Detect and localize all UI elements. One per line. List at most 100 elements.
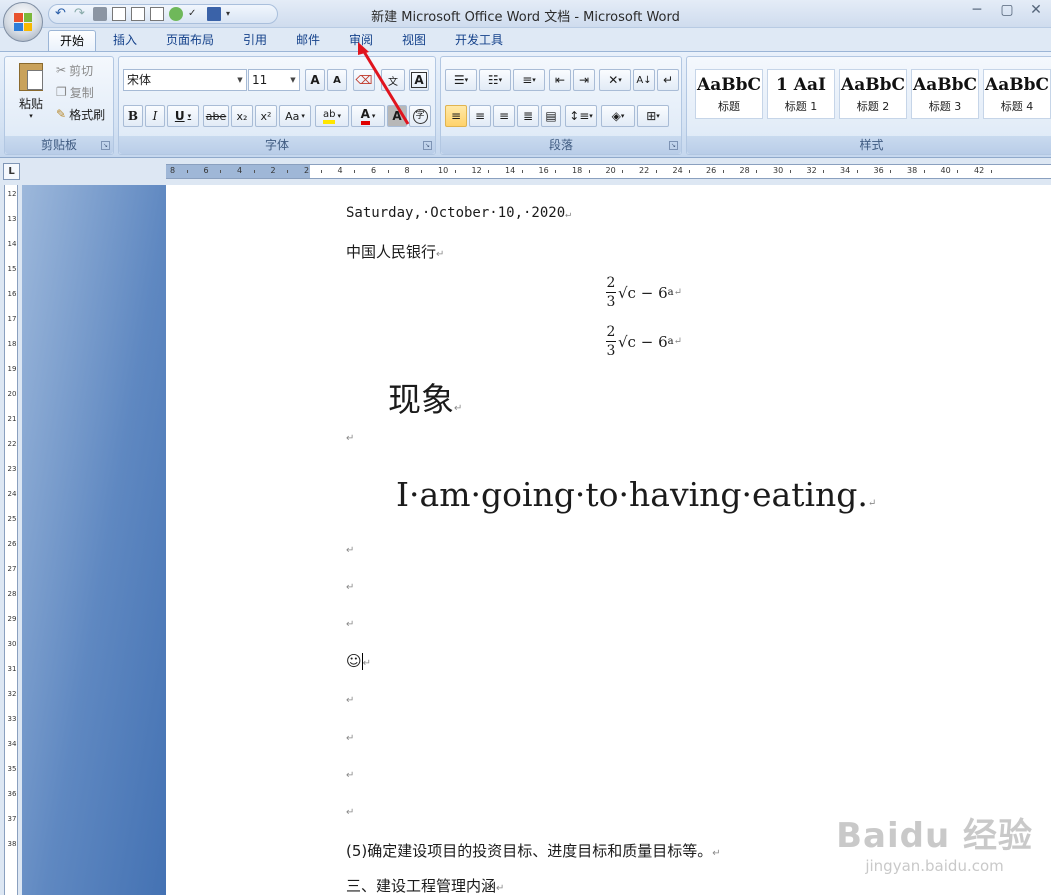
chevron-down-icon: ▾	[532, 76, 536, 84]
tab-selector-button[interactable]: L	[3, 163, 20, 180]
empty-paragraph[interactable]: ↵	[346, 619, 354, 630]
multilevel-list-button[interactable]: ≡ ▾	[513, 69, 545, 91]
tab-developer[interactable]: 开发工具	[444, 30, 514, 52]
ruler-tick	[756, 170, 758, 173]
phonetic-guide-button[interactable]: 文	[381, 69, 405, 91]
paragraph-launcher-icon[interactable]: ↘	[669, 141, 678, 150]
superscript-button[interactable]: x²	[255, 105, 277, 127]
character-shading-button[interactable]: A	[387, 105, 407, 127]
office-button[interactable]	[3, 2, 43, 42]
strikethrough-button[interactable]: abe	[203, 105, 229, 127]
paragraph-mark: ↵	[565, 209, 572, 220]
empty-paragraph[interactable]: ↵	[346, 733, 354, 744]
underline-button[interactable]: U ▾	[167, 105, 199, 127]
section-3-line[interactable]: 三、建设工程管理内涵↵	[346, 875, 504, 895]
equation-2[interactable]: 23 √c − 6 a ↵	[606, 324, 682, 359]
borders-button[interactable]: ⊞ ▾	[637, 105, 669, 127]
style-heading[interactable]: AaBbC 标题	[695, 69, 763, 119]
ruler-number: 12	[7, 190, 17, 198]
sort-button[interactable]: A↓	[633, 69, 655, 91]
shading-button[interactable]: ◈ ▾	[601, 105, 635, 127]
horizontal-ruler[interactable]: 8 6 4 2 2 4 6 8 10 12 14 16 18 20 22 24 26 28 30 32 34 36 38 40…	[166, 164, 1051, 179]
ruler-number: 26	[706, 166, 717, 175]
tab-review[interactable]: 审阅	[338, 30, 384, 52]
tab-home[interactable]: 开始	[48, 30, 97, 52]
italic-button[interactable]: I	[145, 105, 165, 127]
ruler-number: 20	[7, 390, 17, 398]
grow-font-button[interactable]: A	[305, 69, 325, 91]
style-heading-2[interactable]: AaBbC 标题 2	[839, 69, 907, 119]
tab-insert[interactable]: 插入	[102, 30, 148, 52]
distributed-button[interactable]: ▤	[541, 105, 561, 127]
ruler-number: 24	[672, 166, 683, 175]
empty-paragraph[interactable]: ↵	[346, 545, 354, 556]
ruler-tick	[521, 170, 523, 173]
character-border-button[interactable]: A	[409, 69, 429, 91]
maximize-button[interactable]: ▢	[992, 0, 1022, 22]
align-center-button[interactable]: ≡	[469, 105, 491, 127]
decrease-indent-button[interactable]: ⇤	[549, 69, 571, 91]
paste-button[interactable]: 粘贴 ▾	[11, 61, 51, 121]
bank-text: 中国人民银行	[346, 243, 437, 261]
font-size-combo[interactable]: 11 ▼	[248, 69, 300, 91]
subscript-button[interactable]: x₂	[231, 105, 253, 127]
paragraph-mark: ↵	[712, 848, 721, 859]
tab-view[interactable]: 视图	[391, 30, 437, 52]
font-name-combo[interactable]: 宋体 ▼	[123, 69, 247, 91]
highlight-button[interactable]: ab ▾	[315, 105, 349, 127]
section-3-text: 三、建设工程管理内涵	[346, 877, 497, 895]
ribbon: 粘贴 ▾ ✂ 剪切 ❐ 复制 ✎ 格式刷 剪贴板 ↘ 宋体 ▼ 11 ▼ A A ⌫ 文 …	[0, 51, 1051, 158]
empty-paragraph[interactable]: ↵	[346, 807, 354, 818]
empty-paragraph[interactable]: ↵	[346, 695, 354, 706]
paragraph-5-line[interactable]: (5)确定建设项目的投资目标、进度目标和质量目标等。↵	[346, 840, 721, 861]
style-heading-1[interactable]: 1 AaI 标题 1	[767, 69, 835, 119]
style-heading-4[interactable]: AaBbC 标题 4	[983, 69, 1051, 119]
style-heading-3[interactable]: AaBbC 标题 3	[911, 69, 979, 119]
numbering-button[interactable]: ☷ ▾	[479, 69, 511, 91]
cut-button[interactable]: ✂ 剪切	[55, 59, 109, 81]
empty-paragraph[interactable]: ↵	[346, 582, 354, 593]
paragraph-mark: ↵	[673, 287, 682, 298]
chevron-down-icon: ▾	[620, 112, 625, 120]
tab-mailings[interactable]: 邮件	[285, 30, 331, 52]
show-marks-button[interactable]: ↵	[657, 69, 679, 91]
strikethrough-label: abe	[205, 109, 227, 123]
empty-paragraph[interactable]: ↵	[346, 433, 354, 444]
heading-line[interactable]: 现象↵	[388, 373, 462, 421]
equation-1[interactable]: 23 √c − 6 a ↵	[606, 275, 682, 310]
english-line[interactable]: I·am·going·to·having·eating.↵	[396, 475, 876, 514]
change-case-button[interactable]: Aa ▾	[279, 105, 311, 127]
smiley-line[interactable]: ☺↵	[346, 652, 371, 670]
ruler-tick	[287, 170, 289, 173]
chinese-layout-button[interactable]: ✕ ▾	[599, 69, 631, 91]
tab-references[interactable]: 引用	[232, 30, 278, 52]
enclose-characters-button[interactable]: 字	[409, 105, 431, 127]
close-button[interactable]: ✕	[1021, 0, 1051, 22]
document-page[interactable]: Saturday,·October·10,·2020↵ 中国人民银行↵ 23 √…	[166, 185, 1051, 895]
line-spacing-button[interactable]: ↕≡ ▾	[565, 105, 597, 127]
ruler-tick	[454, 170, 456, 173]
shrink-font-button[interactable]: A	[327, 69, 347, 91]
date-line[interactable]: Saturday,·October·10,·2020↵	[346, 205, 571, 221]
italic-label: I	[152, 109, 158, 123]
tab-page-layout[interactable]: 页面布局	[155, 30, 225, 52]
bullets-button[interactable]: ☰ ▾	[445, 69, 477, 91]
font-launcher-icon[interactable]: ↘	[423, 141, 432, 150]
font-color-button[interactable]: A ▾	[351, 105, 385, 127]
copy-button[interactable]: ❐ 复制	[55, 81, 109, 103]
empty-paragraph[interactable]: ↵	[346, 770, 354, 781]
minimize-button[interactable]: ─	[962, 0, 992, 22]
align-left-button[interactable]: ≡	[445, 105, 467, 127]
format-painter-label: 格式刷	[69, 107, 106, 122]
bold-button[interactable]: B	[123, 105, 143, 127]
format-painter-button[interactable]: ✎ 格式刷	[55, 103, 115, 125]
ruler-number: 23	[7, 465, 17, 473]
clipboard-launcher-icon[interactable]: ↘	[101, 141, 110, 150]
bank-line[interactable]: 中国人民银行↵	[346, 241, 444, 262]
align-right-button[interactable]: ≡	[493, 105, 515, 127]
increase-indent-button[interactable]: ⇥	[573, 69, 595, 91]
vertical-ruler[interactable]: 12 13 14 15 16 17 18 19 20 21 22 23 24 25 26 27 28 29 30 31…	[4, 185, 18, 895]
paragraph-mark-icon: ↵	[662, 73, 674, 87]
clear-format-button[interactable]: ⌫	[353, 69, 375, 91]
justify-button[interactable]: ≣	[517, 105, 539, 127]
